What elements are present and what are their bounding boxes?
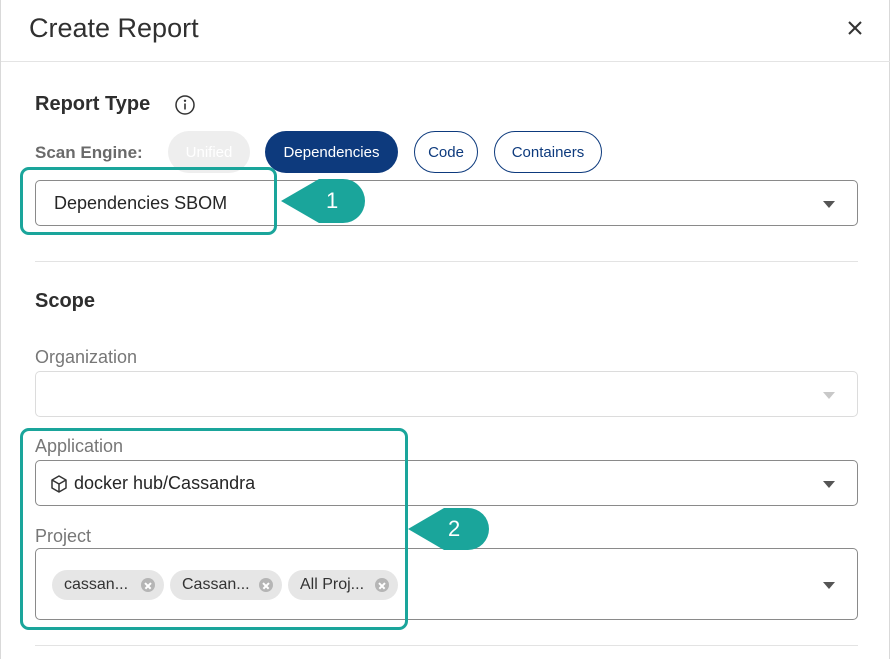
- application-label: Application: [35, 436, 124, 456]
- create-report-dialog: Create Report Report Type Scan Engine: U…: [0, 0, 890, 659]
- project-label: Project: [35, 526, 92, 546]
- dialog-header: Create Report: [1, 0, 890, 62]
- project-tag: All Proj...: [288, 570, 398, 600]
- remove-tag-icon[interactable]: [375, 578, 389, 592]
- chevron-down-icon: [823, 392, 835, 399]
- project-tag-label: Cassan...: [182, 576, 250, 593]
- remove-tag-icon[interactable]: [141, 578, 155, 592]
- project-tag: Cassan...: [170, 570, 282, 600]
- close-button[interactable]: [841, 14, 869, 42]
- cube-icon: [51, 475, 67, 493]
- engine-chip-dependencies[interactable]: Dependencies: [265, 131, 398, 173]
- chevron-down-icon: [823, 582, 835, 589]
- engine-chip-unified[interactable]: Unified: [168, 131, 250, 173]
- engine-chip-code[interactable]: Code: [414, 131, 478, 173]
- engine-chip-containers[interactable]: Containers: [494, 131, 602, 173]
- organization-label: Organization: [35, 347, 138, 367]
- section-divider: [35, 261, 858, 262]
- chevron-down-icon: [823, 481, 835, 488]
- project-tag-label: cassan...: [64, 576, 129, 593]
- report-type-heading: Report Type: [35, 93, 151, 115]
- application-select[interactable]: docker hub/Cassandra: [35, 460, 858, 506]
- dialog-title: Create Report: [29, 13, 199, 43]
- project-tag: cassan...: [52, 570, 164, 600]
- project-tag-label: All Proj...: [300, 576, 365, 593]
- scan-engine-label: Scan Engine:: [35, 143, 143, 162]
- report-type-select[interactable]: Dependencies SBOM: [35, 180, 858, 226]
- info-icon[interactable]: [174, 94, 196, 116]
- callout-number: 2: [448, 516, 461, 541]
- callout-number: 1: [326, 188, 339, 213]
- close-icon: [848, 21, 862, 35]
- scope-heading: Scope: [35, 290, 96, 312]
- section-divider: [35, 645, 858, 646]
- remove-tag-icon[interactable]: [259, 578, 273, 592]
- chevron-down-icon: [823, 201, 835, 208]
- report-type-value: Dependencies SBOM: [54, 193, 228, 213]
- application-value: docker hub/Cassandra: [74, 473, 256, 493]
- organization-select[interactable]: [35, 371, 858, 417]
